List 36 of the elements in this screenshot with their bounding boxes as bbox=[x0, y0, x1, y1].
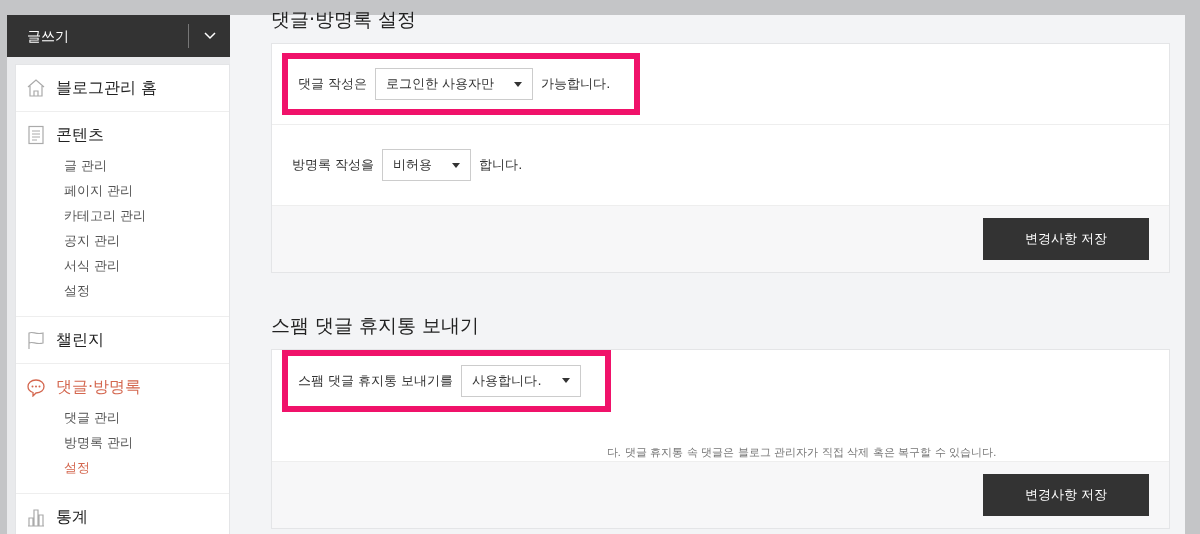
sidebar-section[interactable]: 댓글·방명록 bbox=[26, 377, 219, 397]
sidebar-item[interactable]: 카테고리 관리 bbox=[26, 203, 219, 228]
select-field[interactable]: 로그인한 사용자만 bbox=[375, 68, 534, 100]
sidebar-section[interactable]: 챌린지 bbox=[26, 330, 219, 350]
sidebar-item[interactable]: 글 관리 bbox=[26, 153, 219, 178]
setting-label: 방명록 작성을 bbox=[292, 156, 375, 175]
setting-label: 스팸 댓글 휴지통 보내기를 bbox=[298, 372, 454, 390]
sidebar-item[interactable]: 공지 관리 bbox=[26, 228, 219, 253]
sidebar-item[interactable]: 댓글 관리 bbox=[26, 405, 219, 430]
setting-label: 합니다. bbox=[479, 156, 523, 175]
sidebar-item[interactable]: 설정 bbox=[26, 278, 219, 303]
bar-chart-icon bbox=[26, 507, 46, 527]
sidebar-section[interactable]: 콘텐츠 bbox=[26, 125, 219, 145]
select-field[interactable]: 사용합니다. bbox=[461, 365, 581, 397]
document-icon bbox=[26, 125, 46, 145]
section-title: 댓글·방명록 설정 bbox=[271, 7, 418, 32]
caret-down-icon bbox=[514, 81, 523, 87]
sidebar-item[interactable]: 설정 bbox=[26, 455, 219, 480]
section-title: 스팸 댓글 휴지통 보내기 bbox=[271, 313, 481, 338]
sidebar-item[interactable]: 페이지 관리 bbox=[26, 178, 219, 203]
select-field[interactable]: 비허용 bbox=[382, 149, 472, 181]
setting-label: 댓글 작성은 bbox=[298, 75, 368, 94]
sidebar-section[interactable]: 통계 bbox=[26, 507, 219, 527]
chevron-down-icon bbox=[203, 32, 216, 40]
sidebar-item[interactable]: 서식 관리 bbox=[26, 253, 219, 278]
setting-label: 가능합니다. bbox=[541, 75, 611, 94]
sidebar-section[interactable]: 블로그관리 홈 bbox=[26, 78, 219, 98]
save-button[interactable]: 변경사항 저장 bbox=[983, 474, 1149, 516]
help-text: 다. 댓글 휴지통 속 댓글은 블로그 관리자가 직접 삭제 혹은 복구할 수 있습니다. bbox=[606, 444, 997, 461]
flag-icon bbox=[26, 330, 46, 350]
chat-bubble-icon bbox=[26, 377, 46, 397]
caret-down-icon bbox=[452, 162, 461, 168]
sidebar-item[interactable]: 방명록 관리 bbox=[26, 430, 219, 455]
caret-down-icon bbox=[561, 378, 570, 384]
save-button[interactable]: 변경사항 저장 bbox=[983, 218, 1149, 260]
home-icon bbox=[26, 78, 46, 98]
